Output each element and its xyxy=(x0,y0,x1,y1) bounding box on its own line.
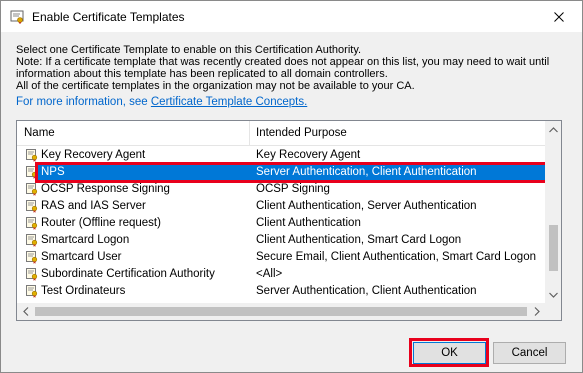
template-name: OCSP Response Signing xyxy=(41,183,170,195)
ok-button[interactable]: OK xyxy=(413,342,486,364)
template-name: RAS and IAS Server xyxy=(41,200,146,212)
certificate-app-icon xyxy=(10,10,24,24)
template-name: Smartcard Logon xyxy=(41,234,130,246)
template-name: Smartcard User xyxy=(41,251,122,263)
template-name: Test Ordinateurs xyxy=(41,285,126,297)
list-row[interactable]: Key Recovery Agent Key Recovery Agent xyxy=(17,147,545,164)
template-name: Router (Offline request) xyxy=(41,217,161,229)
vertical-scroll-thumb[interactable] xyxy=(549,225,558,271)
certificate-template-concepts-link[interactable]: Certificate Template Concepts. xyxy=(151,96,307,108)
column-divider[interactable] xyxy=(249,121,250,146)
list-row[interactable]: NPS Server Authentication, Client Authent… xyxy=(17,164,545,181)
scroll-down-button[interactable] xyxy=(545,286,561,303)
template-intended-purpose: Server Authentication, Client Authentica… xyxy=(256,285,477,297)
certificate-template-icon xyxy=(26,285,38,298)
list-row[interactable]: Test Ordinateurs Server Authentication, C… xyxy=(17,283,545,300)
window-title: Enable Certificate Templates xyxy=(32,10,185,24)
horizontal-scrollbar[interactable] xyxy=(17,303,545,320)
template-intended-purpose: <All> xyxy=(256,268,283,280)
horizontal-scroll-thumb[interactable] xyxy=(35,307,527,316)
certificate-template-icon xyxy=(26,149,38,162)
list-row[interactable]: Router (Offline request) Client Authentic… xyxy=(17,215,545,232)
enable-certificate-templates-dialog: Enable Certificate Templates Select one … xyxy=(0,0,583,373)
title-bar: Enable Certificate Templates xyxy=(1,1,582,32)
template-intended-purpose: Secure Email, Client Authentication, Sma… xyxy=(256,251,536,263)
scrollbar-corner xyxy=(545,303,561,320)
cancel-button[interactable]: Cancel xyxy=(493,342,566,364)
template-intended-purpose: Client Authentication, Smart Card Logon xyxy=(256,234,462,246)
list-row[interactable]: Smartcard User Secure Email, Client Authe… xyxy=(17,249,545,266)
scroll-left-button[interactable] xyxy=(17,303,34,320)
list-row[interactable]: OCSP Response Signing OCSP Signing xyxy=(17,181,545,198)
template-intended-purpose: OCSP Signing xyxy=(256,183,330,195)
more-info-row: For more information, see Certificate Te… xyxy=(16,96,307,108)
certificate-template-icon xyxy=(26,268,38,281)
chevron-left-icon xyxy=(22,307,28,316)
column-header-name[interactable]: Name xyxy=(24,127,55,139)
instruction-text: Select one Certificate Template to enabl… xyxy=(16,44,362,56)
chevron-down-icon xyxy=(549,292,558,298)
scroll-right-button[interactable] xyxy=(528,303,545,320)
chevron-right-icon xyxy=(534,307,540,316)
note-text-line2: information about this template has been… xyxy=(16,68,388,80)
template-intended-purpose: Client Authentication, Server Authentica… xyxy=(256,200,477,212)
template-name: Key Recovery Agent xyxy=(41,149,146,161)
vertical-scrollbar[interactable] xyxy=(545,121,561,320)
chevron-up-icon xyxy=(549,126,558,132)
list-row[interactable]: RAS and IAS Server Client Authentication,… xyxy=(17,198,545,215)
template-intended-purpose: Server Authentication, Client Authentica… xyxy=(256,166,477,178)
column-header-intended-purpose[interactable]: Intended Purpose xyxy=(256,127,347,139)
more-info-prefix: For more information, see xyxy=(16,96,148,108)
list-row[interactable]: Subordinate Certification Authority <All> xyxy=(17,266,545,283)
certificate-template-icon xyxy=(26,200,38,213)
close-icon xyxy=(554,11,564,22)
list-header: Name Intended Purpose xyxy=(17,121,545,146)
note-text-line3: All of the certificate templates in the … xyxy=(16,80,415,92)
certificate-template-icon xyxy=(26,166,38,179)
certificate-templates-list[interactable]: Name Intended Purpose Key Recovery Agent… xyxy=(16,120,562,321)
certificate-template-icon xyxy=(26,183,38,196)
close-button[interactable] xyxy=(536,1,582,32)
scroll-up-button[interactable] xyxy=(545,121,561,138)
list-row[interactable]: Smartcard Logon Client Authentication, Sm… xyxy=(17,232,545,249)
certificate-template-icon xyxy=(26,234,38,247)
note-text-line1: Note: If a certificate template that was… xyxy=(16,56,550,68)
template-name: Subordinate Certification Authority xyxy=(41,268,215,280)
template-intended-purpose: Client Authentication xyxy=(256,217,361,229)
certificate-template-icon xyxy=(26,217,38,230)
template-intended-purpose: Key Recovery Agent xyxy=(256,149,361,161)
certificate-template-icon xyxy=(26,251,38,264)
template-name: NPS xyxy=(41,166,65,178)
